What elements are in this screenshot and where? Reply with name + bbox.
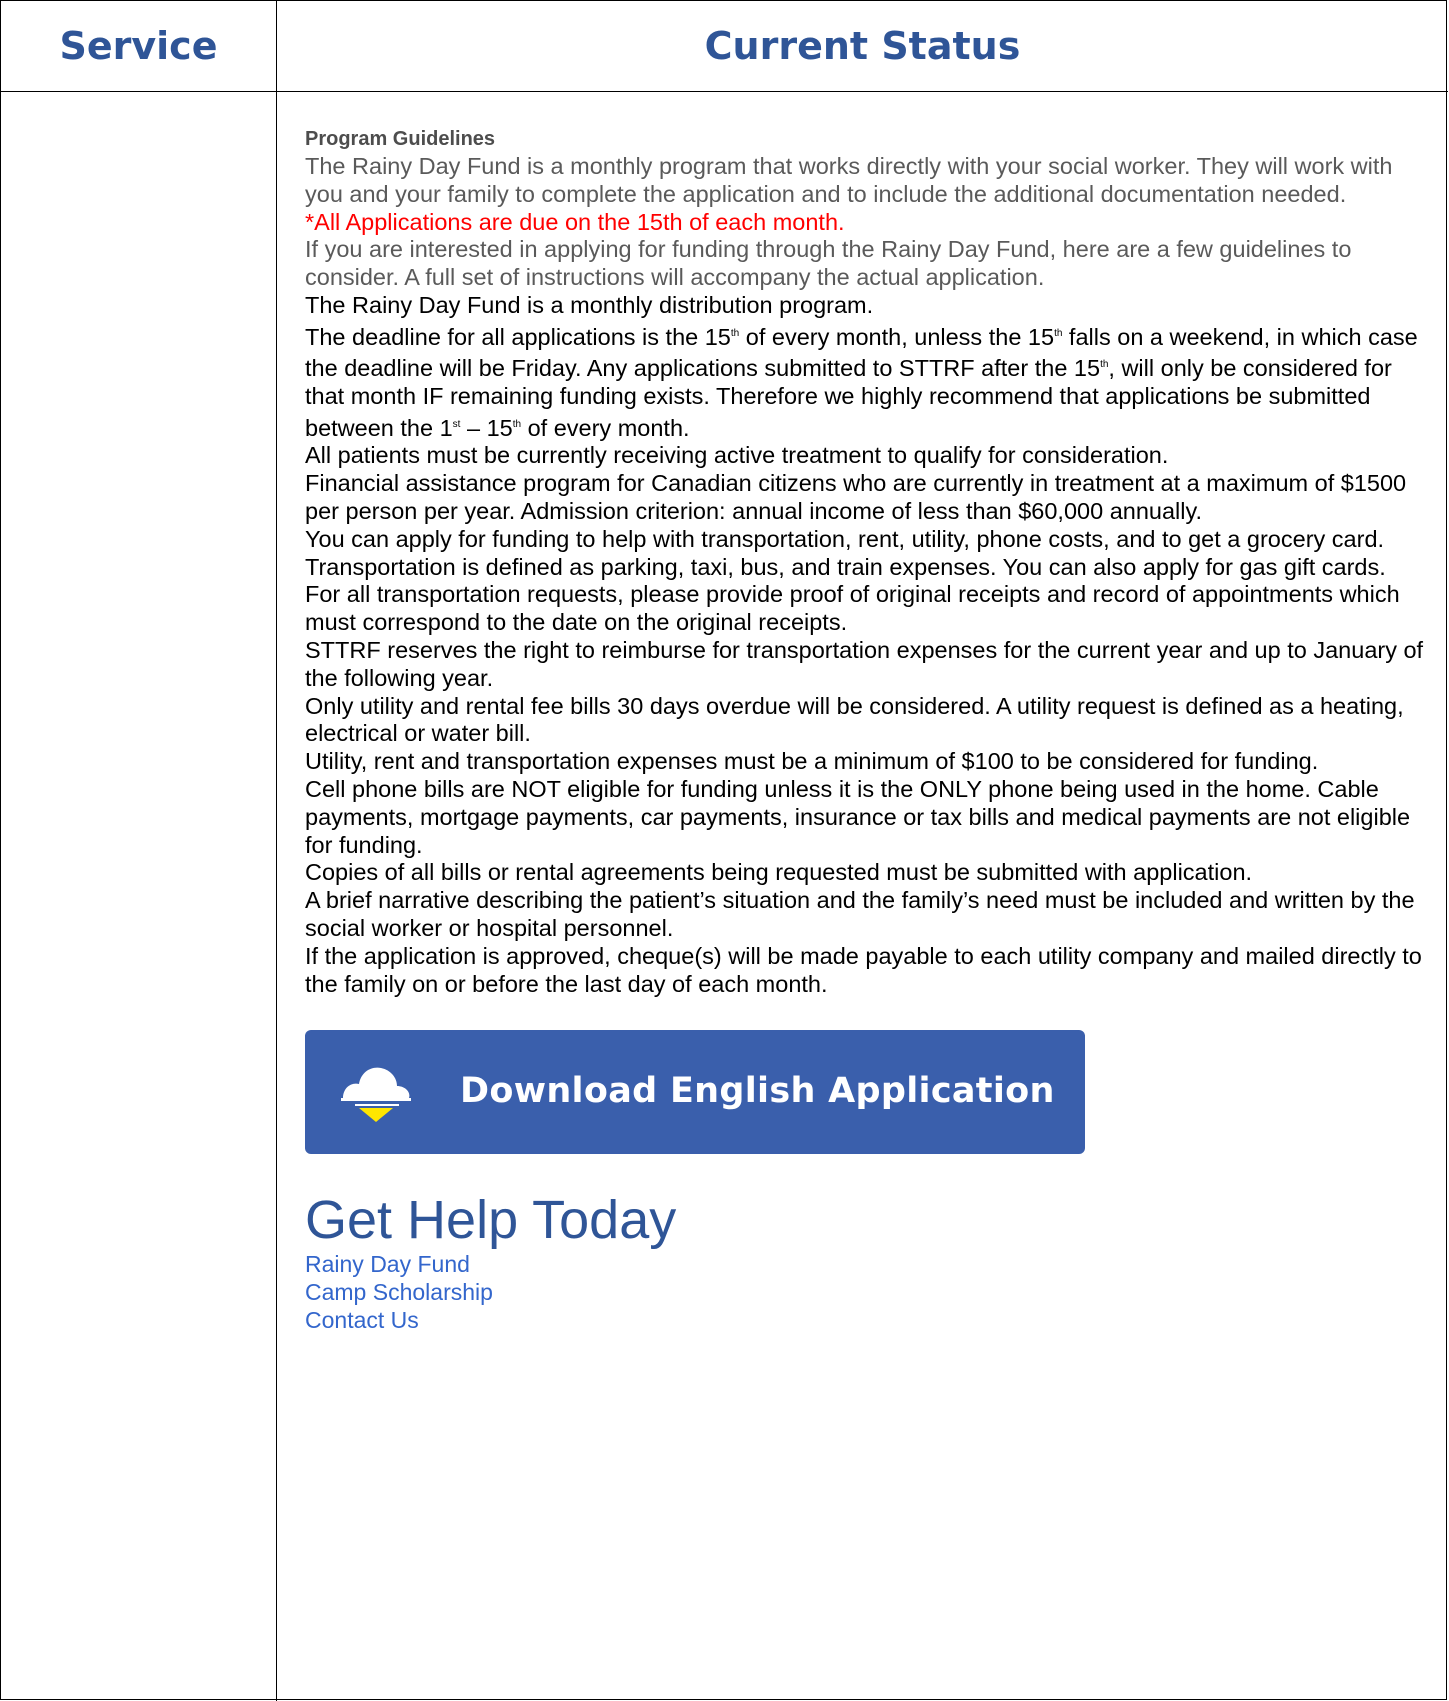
help-title: Get Help Today — [305, 1190, 677, 1251]
guideline-active-treatment: All patients must be currently receiving… — [305, 442, 1169, 469]
guideline-utility-overdue: Only utility and rental fee bills 30 day… — [305, 692, 1404, 747]
guideline-cell-phone: Cell phone bills are NOT eligible for fu… — [305, 776, 1411, 858]
guidelines-intro: The Rainy Day Fund is a monthly program … — [305, 153, 1393, 207]
header-service: Service — [59, 24, 218, 68]
link-rainy-day-fund[interactable]: Rainy Day Fund — [305, 1250, 1425, 1278]
guidelines-interest: If you are interested in applying for fu… — [305, 236, 1352, 291]
guideline-copies: Copies of all bills or rental agreements… — [305, 859, 1253, 886]
link-camp-scholarship[interactable]: Camp Scholarship — [305, 1278, 1425, 1306]
guideline-narrative: A brief narrative describing the patient… — [305, 887, 1415, 941]
guidelines-title: Program Guidelines — [305, 128, 496, 150]
download-english-application-button[interactable]: Download English Application — [305, 1030, 1085, 1155]
guideline-transportation: Transportation is defined as parking, ta… — [305, 553, 1400, 636]
guideline-reimburse: STTRF reserves the right to reimburse fo… — [305, 637, 1424, 691]
guideline-minimum: Utility, rent and transportation expense… — [305, 748, 1319, 775]
column-divider — [276, 1, 277, 1701]
header-divider — [1, 91, 1448, 92]
cloud-download-icon — [341, 1068, 411, 1123]
header-current-status: Current Status — [704, 24, 1021, 68]
deadline-notice: *All Applications are due on the 15th of… — [305, 208, 845, 235]
download-button-label: Download English Application — [460, 1071, 1055, 1112]
guideline-apply-for: You can apply for funding to help with t… — [305, 525, 1385, 552]
guideline-deadline: The deadline for all applications is the… — [305, 323, 1418, 441]
guideline-approved: If the application is approved, cheque(s… — [305, 942, 1422, 997]
status-cell-content: Program Guidelines The Rainy Day Fund is… — [305, 126, 1425, 1334]
guideline-financial: Financial assistance program for Canadia… — [305, 470, 1407, 525]
guideline-distribution: The Rainy Day Fund is a monthly distribu… — [305, 291, 874, 318]
link-contact-us[interactable]: Contact Us — [305, 1306, 1425, 1334]
